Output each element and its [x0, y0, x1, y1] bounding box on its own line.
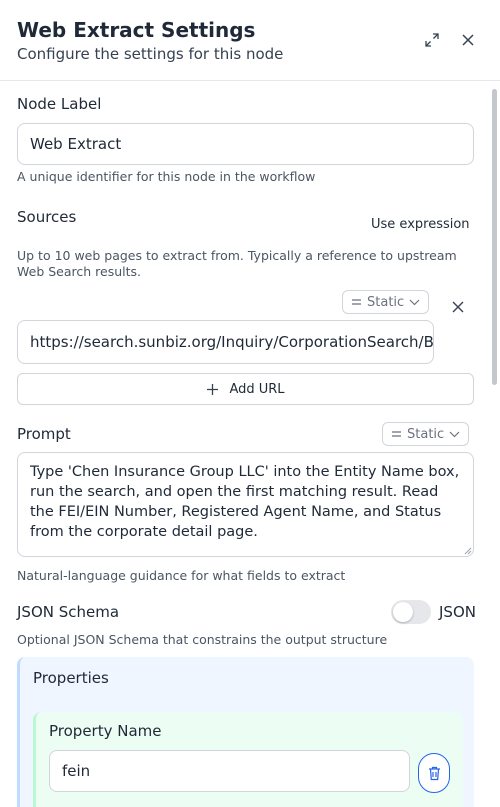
add-url-label: Add URL	[229, 381, 285, 397]
json-toggle-label: JSON	[439, 603, 476, 621]
prompt-heading: Prompt	[17, 425, 71, 443]
delete-property-button[interactable]	[418, 753, 450, 793]
panel-header: Web Extract Settings Configure the setti…	[0, 0, 500, 81]
expand-icon	[425, 33, 439, 47]
close-icon	[462, 34, 474, 46]
scrollbar[interactable]	[492, 89, 497, 385]
node-label-help: A unique identifier for this node in the…	[17, 169, 316, 184]
close-button[interactable]	[457, 29, 479, 51]
node-label-heading: Node Label	[17, 95, 102, 113]
trash-icon	[428, 766, 440, 780]
json-schema-heading: JSON Schema	[17, 603, 120, 621]
plus-icon	[207, 383, 219, 395]
equals-icon	[352, 299, 361, 305]
json-schema-help: Optional JSON Schema that constrains the…	[17, 632, 388, 647]
json-toggle[interactable]	[391, 600, 431, 624]
expand-button[interactable]	[421, 29, 443, 51]
sources-mode-value: Static	[367, 294, 405, 310]
sources-help: Up to 10 web pages to extract from. Typi…	[17, 248, 457, 279]
properties-heading: Properties	[33, 669, 109, 687]
property-name-input[interactable]: fein	[49, 750, 410, 792]
close-icon	[452, 301, 464, 313]
remove-url-button[interactable]	[447, 296, 469, 318]
sources-mode-select[interactable]: Static	[342, 290, 430, 314]
prompt-mode-select[interactable]: Static	[382, 422, 470, 446]
chevron-down-icon	[449, 431, 460, 437]
prompt-mode-value: Static	[407, 426, 445, 442]
use-expression-link[interactable]: Use expression	[371, 217, 470, 233]
equals-icon	[392, 431, 401, 437]
source-url-input[interactable]: https://search.sunbiz.org/Inquiry/Corpor…	[17, 320, 434, 364]
panel-subtitle: Configure the settings for this node	[17, 45, 284, 63]
add-url-button[interactable]: Add URL	[17, 373, 474, 405]
panel-title: Web Extract Settings	[17, 18, 256, 42]
property-name-heading: Property Name	[49, 722, 162, 740]
toggle-knob	[393, 602, 413, 622]
sources-heading: Sources	[17, 208, 77, 226]
resize-handle-icon[interactable]	[464, 547, 472, 555]
chevron-down-icon	[409, 299, 420, 305]
node-label-input[interactable]: Web Extract	[17, 123, 474, 165]
prompt-textarea[interactable]: Type 'Chen Insurance Group LLC' into the…	[17, 452, 474, 557]
prompt-help: Natural-language guidance for what field…	[17, 568, 346, 583]
